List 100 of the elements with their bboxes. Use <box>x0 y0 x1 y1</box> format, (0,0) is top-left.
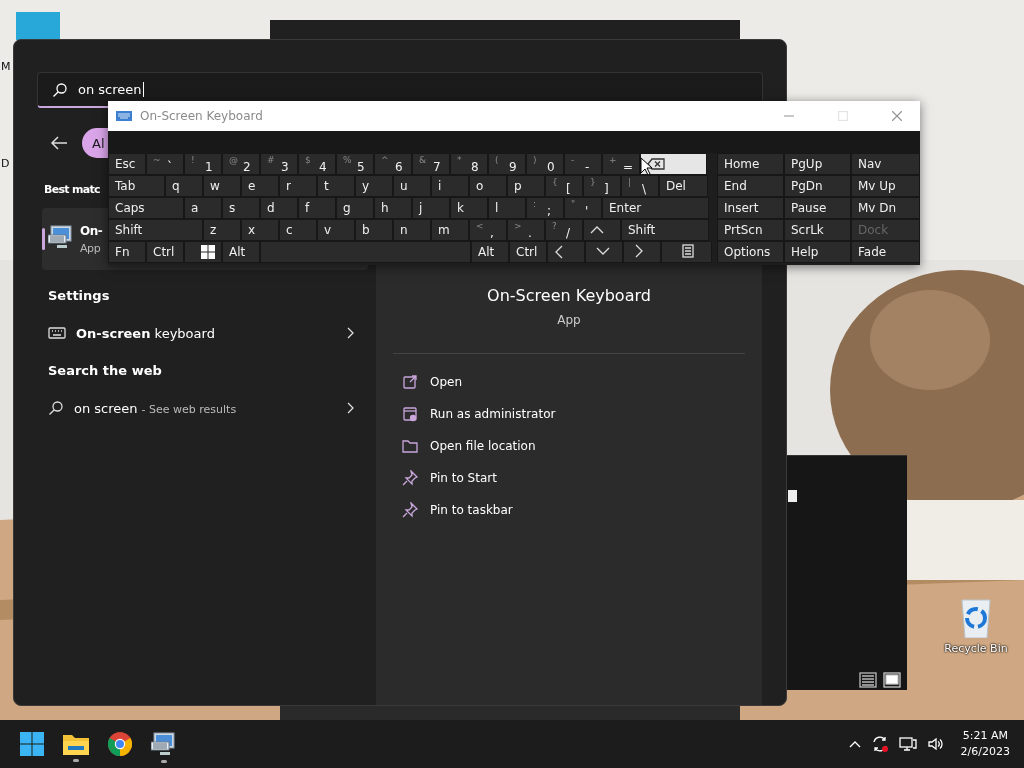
windows-key[interactable] <box>184 241 222 263</box>
key[interactable]: End <box>717 175 784 197</box>
key[interactable]: & 7 <box>412 153 450 175</box>
key[interactable]: Nav <box>851 153 920 175</box>
key[interactable]: ^ 6 <box>374 153 412 175</box>
key[interactable]: g <box>336 197 374 219</box>
key[interactable]: h <box>374 197 412 219</box>
action-item[interactable]: Open <box>402 366 762 398</box>
key[interactable]: i <box>431 175 469 197</box>
key[interactable]: w <box>203 175 241 197</box>
backspace-key[interactable] <box>640 153 707 175</box>
key[interactable]: Ctrl <box>509 241 547 263</box>
key[interactable]: p <box>507 175 545 197</box>
clock-time[interactable]: 5:21 AM <box>962 728 1008 744</box>
key[interactable]: Mv Up <box>851 175 920 197</box>
key[interactable]: Options <box>717 241 784 263</box>
down-arrow-key[interactable] <box>585 241 623 263</box>
key[interactable]: ~ ` <box>146 153 184 175</box>
key[interactable]: o <box>469 175 507 197</box>
key[interactable]: % 5 <box>336 153 374 175</box>
key[interactable]: Home <box>717 153 784 175</box>
key[interactable]: l <box>488 197 526 219</box>
action-item[interactable]: Run as administrator <box>402 398 762 430</box>
shield-window-icon <box>402 406 418 422</box>
key[interactable]: " ' <box>564 197 602 219</box>
key[interactable]: PrtScn <box>717 219 784 241</box>
key[interactable]: Fade <box>851 241 920 263</box>
recycle-bin-icon[interactable] <box>959 596 993 638</box>
key[interactable]: Insert <box>717 197 784 219</box>
key[interactable]: r <box>279 175 317 197</box>
key[interactable]: e <box>241 175 279 197</box>
key[interactable]: : ; <box>526 197 564 219</box>
key[interactable]: f <box>298 197 336 219</box>
action-item[interactable]: Pin to Start <box>402 462 762 494</box>
key[interactable]: a <box>184 197 222 219</box>
details-view-icon <box>859 672 877 688</box>
key[interactable]: Shift <box>621 219 709 241</box>
key[interactable]: Enter <box>602 197 709 219</box>
key[interactable]: Fn <box>108 241 146 263</box>
key[interactable]: ? / <box>545 219 583 241</box>
key[interactable]: ) 0 <box>526 153 564 175</box>
key[interactable]: q <box>165 175 203 197</box>
up-arrow-key[interactable] <box>583 219 621 241</box>
desktop-icon[interactable] <box>16 12 60 40</box>
key[interactable]: x <box>241 219 279 241</box>
desktop-icon-label: M <box>1 60 11 73</box>
search-icon <box>52 81 68 98</box>
key[interactable]: c <box>279 219 317 241</box>
key[interactable]: v <box>317 219 355 241</box>
key[interactable]: + = <box>602 153 640 175</box>
key[interactable]: ! 1 <box>184 153 222 175</box>
key[interactable]: Help <box>784 241 851 263</box>
key[interactable]: z <box>203 219 241 241</box>
key[interactable]: u <box>393 175 431 197</box>
web-result[interactable]: on screen - See web results <box>42 390 368 426</box>
key[interactable]: d <box>260 197 298 219</box>
key[interactable]: $ 4 <box>298 153 336 175</box>
right-arrow-key[interactable] <box>623 241 661 263</box>
key[interactable]: Mv Dn <box>851 197 920 219</box>
clock-date[interactable]: 2/6/2023 <box>960 744 1010 760</box>
key[interactable]: * 8 <box>450 153 488 175</box>
key[interactable]: PgUp <box>784 153 851 175</box>
key[interactable]: Alt <box>471 241 509 263</box>
key[interactable]: PgDn <box>784 175 851 197</box>
key[interactable]: Esc <box>108 153 146 175</box>
sync-icon[interactable] <box>870 735 889 753</box>
key[interactable]: Tab <box>108 175 165 197</box>
key[interactable]: { [ <box>545 175 583 197</box>
action-item[interactable]: Pin to taskbar <box>402 494 762 526</box>
pin-icon <box>402 502 418 518</box>
section-heading: Best matc <box>44 183 100 196</box>
key[interactable]: b <box>355 219 393 241</box>
settings-result[interactable]: On-screen keyboard <box>42 315 368 351</box>
key[interactable]: Shift <box>108 219 203 241</box>
key[interactable]: y <box>355 175 393 197</box>
menu-key[interactable] <box>661 241 712 263</box>
left-arrow-key[interactable] <box>547 241 585 263</box>
key[interactable]: ( 9 <box>488 153 526 175</box>
key[interactable]: Caps <box>108 197 184 219</box>
key[interactable]: Ctrl <box>146 241 184 263</box>
action-item[interactable]: Open file location <box>402 430 762 462</box>
key[interactable]: # 3 <box>260 153 298 175</box>
key[interactable]: k <box>450 197 488 219</box>
key[interactable]: t <box>317 175 355 197</box>
chevron-right-icon <box>634 243 644 258</box>
key[interactable]: s <box>222 197 260 219</box>
key[interactable]: @ 2 <box>222 153 260 175</box>
key[interactable]: > . <box>507 219 545 241</box>
key[interactable]: j <box>412 197 450 219</box>
key[interactable]: Alt <box>222 241 260 263</box>
key[interactable]: Pause <box>784 197 851 219</box>
key[interactable]: n <box>393 219 431 241</box>
key[interactable]: | \ <box>621 175 659 197</box>
key[interactable]: Del <box>659 175 708 197</box>
key[interactable]: ScrLk <box>784 219 851 241</box>
key[interactable]: < , <box>469 219 507 241</box>
key[interactable]: - - <box>564 153 602 175</box>
chevron-up-icon <box>590 225 604 235</box>
key[interactable]: m <box>431 219 469 241</box>
key[interactable]: } ] <box>583 175 621 197</box>
